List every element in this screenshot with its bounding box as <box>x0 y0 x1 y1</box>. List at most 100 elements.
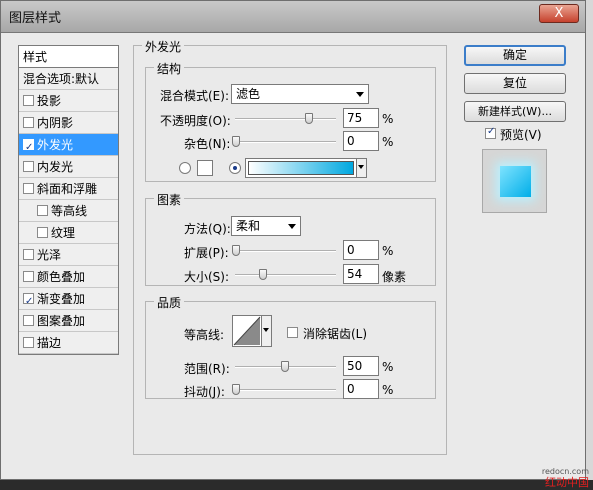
range-slider-thumb[interactable] <box>281 361 289 372</box>
style-item-label: 颜色叠加 <box>37 270 86 284</box>
style-item[interactable]: 内发光 <box>19 156 118 178</box>
anti-aliased-checkbox[interactable] <box>287 327 298 338</box>
style-item-checkbox[interactable] <box>23 291 34 309</box>
noise-slider-thumb[interactable] <box>232 136 240 147</box>
style-item-checkbox[interactable] <box>37 205 48 216</box>
size-input[interactable]: 54 <box>343 264 379 284</box>
reset-button[interactable]: 复位 <box>464 73 566 94</box>
title-bar[interactable]: 图层样式 X <box>1 1 585 33</box>
preview-checkbox[interactable] <box>485 126 496 139</box>
slider-track <box>235 389 336 391</box>
watermark-name: 红动中国 <box>545 476 589 489</box>
style-item-checkbox[interactable] <box>23 271 34 282</box>
quality-group: 品质 等高线: 消除锯齿(L) 范围(R): 50 % 抖动(J): 0 % <box>145 294 436 399</box>
size-label: 大小(S): <box>184 270 230 284</box>
style-item[interactable]: 等高线 <box>19 200 118 222</box>
gradient-radio[interactable] <box>229 162 241 174</box>
spread-slider[interactable] <box>232 245 336 257</box>
ok-button[interactable]: 确定 <box>464 45 566 66</box>
outer-glow-panel: 外发光 结构 混合模式(E): 滤色 不透明度(O): 75 % 杂色(N): … <box>133 38 447 455</box>
style-item-checkbox[interactable] <box>23 117 34 128</box>
structure-group: 结构 混合模式(E): 滤色 不透明度(O): 75 % 杂色(N): 0 % <box>145 60 436 182</box>
range-unit: % <box>382 360 394 374</box>
contour-dropdown[interactable] <box>261 316 271 346</box>
spread-input[interactable]: 0 <box>343 240 379 260</box>
spread-slider-thumb[interactable] <box>232 245 240 256</box>
style-item[interactable]: 纹理 <box>19 222 118 244</box>
style-item[interactable]: 斜面和浮雕 <box>19 178 118 200</box>
layer-style-dialog: 图层样式 X 样式 混合选项:默认 投影内阴影外发光内发光斜面和浮雕等高线纹理光… <box>0 0 586 480</box>
gradient-picker[interactable] <box>245 158 367 178</box>
opacity-input[interactable]: 75 <box>343 108 379 128</box>
style-item[interactable]: 渐变叠加 <box>19 288 118 310</box>
style-item-label: 外发光 <box>37 138 74 152</box>
style-item-checkbox[interactable] <box>37 227 48 238</box>
style-item-label: 渐变叠加 <box>37 292 86 306</box>
new-style-button[interactable]: 新建样式(W)... <box>464 101 566 122</box>
style-item[interactable]: 颜色叠加 <box>19 266 118 288</box>
spread-unit: % <box>382 244 394 258</box>
watermark: redocn.com 红动中国 <box>542 466 589 488</box>
opacity-unit: % <box>382 112 394 126</box>
jitter-unit: % <box>382 383 394 397</box>
size-slider-thumb[interactable] <box>259 269 267 280</box>
style-list: 样式 混合选项:默认 投影内阴影外发光内发光斜面和浮雕等高线纹理光泽颜色叠加渐变… <box>18 45 119 355</box>
chevron-down-icon <box>356 92 364 97</box>
close-button[interactable]: X <box>539 4 579 23</box>
chevron-down-icon[interactable] <box>356 159 366 177</box>
style-item-checkbox[interactable] <box>23 249 34 260</box>
style-item[interactable]: 外发光 <box>19 134 118 156</box>
opacity-label: 不透明度(O): <box>160 114 231 128</box>
noise-input[interactable]: 0 <box>343 131 379 151</box>
preview-label: 预览(V) <box>500 128 542 142</box>
blend-mode-select[interactable]: 滤色 <box>231 84 369 104</box>
quality-title: 品质 <box>154 294 185 311</box>
size-slider[interactable] <box>235 269 336 281</box>
background-strip-bottom <box>0 480 593 490</box>
chevron-down-icon <box>263 328 269 332</box>
opacity-slider[interactable] <box>235 113 336 125</box>
blend-options-item[interactable]: 混合选项:默认 <box>19 68 118 90</box>
style-item-label: 斜面和浮雕 <box>37 182 98 196</box>
style-item-label: 内发光 <box>37 160 74 174</box>
opacity-slider-thumb[interactable] <box>305 113 313 124</box>
style-item-label: 内阴影 <box>37 116 74 130</box>
gradient-preview[interactable] <box>248 161 354 175</box>
style-item[interactable]: 描边 <box>19 332 118 354</box>
spread-label: 扩展(P): <box>184 246 229 260</box>
style-item[interactable]: 内阴影 <box>19 112 118 134</box>
style-item-checkbox[interactable] <box>23 315 34 326</box>
style-list-header[interactable]: 样式 <box>19 46 118 68</box>
range-slider[interactable] <box>235 361 336 373</box>
style-item-checkbox[interactable] <box>23 161 34 172</box>
contour-linear-icon <box>233 316 261 346</box>
solid-color-radio[interactable] <box>179 162 191 174</box>
technique-select[interactable]: 柔和 <box>231 216 301 236</box>
style-item-label: 等高线 <box>51 204 88 218</box>
style-item[interactable]: 图案叠加 <box>19 310 118 332</box>
contour-picker[interactable] <box>232 315 272 347</box>
size-unit: 像素 <box>382 270 407 284</box>
noise-unit: % <box>382 135 394 149</box>
style-item[interactable]: 光泽 <box>19 244 118 266</box>
technique-value: 柔和 <box>236 219 261 233</box>
jitter-input[interactable]: 0 <box>343 379 379 399</box>
style-item[interactable]: 投影 <box>19 90 118 112</box>
blend-mode-label: 混合模式(E): <box>160 89 229 103</box>
jitter-slider[interactable] <box>232 384 336 396</box>
structure-title: 结构 <box>154 60 185 77</box>
slider-track <box>235 250 336 252</box>
style-item-label: 描边 <box>37 336 62 350</box>
jitter-slider-thumb[interactable] <box>232 384 240 395</box>
style-item-label: 光泽 <box>37 248 62 262</box>
elements-group: 图素 方法(Q): 柔和 扩展(P): 0 % 大小(S): 54 像素 <box>145 191 436 286</box>
style-item-checkbox[interactable] <box>23 137 34 155</box>
style-item-checkbox[interactable] <box>23 95 34 106</box>
glow-color-swatch[interactable] <box>197 160 213 176</box>
chevron-down-icon <box>288 224 296 229</box>
range-input[interactable]: 50 <box>343 356 379 376</box>
jitter-label: 抖动(J): <box>184 385 225 399</box>
style-item-checkbox[interactable] <box>23 183 34 194</box>
style-item-checkbox[interactable] <box>23 337 34 348</box>
noise-slider[interactable] <box>232 136 336 148</box>
